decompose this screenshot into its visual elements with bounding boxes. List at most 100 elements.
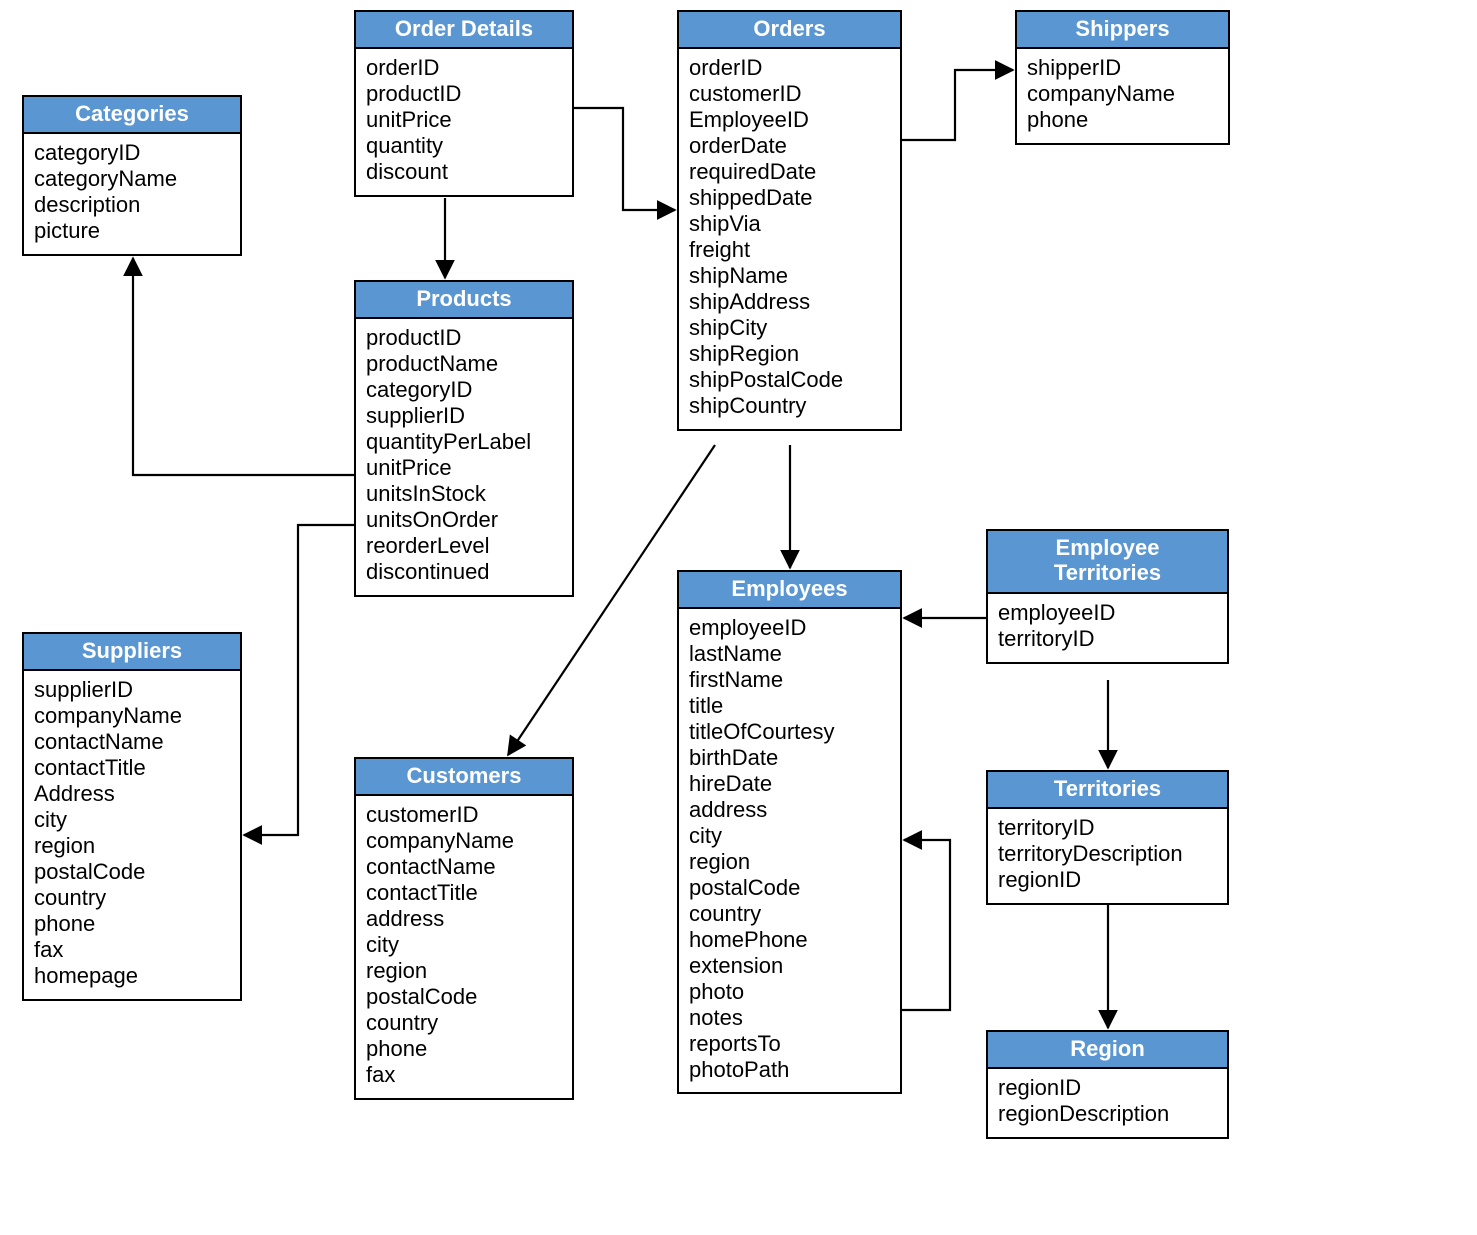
entity-field: lastName [689, 641, 890, 667]
entity-field: contactTitle [34, 755, 230, 781]
entity-employee_territories[interactable]: Employee TerritoriesemployeeIDterritoryI… [986, 529, 1229, 664]
entity-field: title [689, 693, 890, 719]
entity-field: discontinued [366, 559, 562, 585]
entity-field: regionID [998, 867, 1217, 893]
entity-field: quantity [366, 133, 562, 159]
entity-field: categoryName [34, 166, 230, 192]
entity-field: employeeID [998, 600, 1217, 626]
entity-field: region [34, 833, 230, 859]
entity-field: picture [34, 218, 230, 244]
entity-field: phone [1027, 107, 1218, 133]
entity-field: supplierID [366, 403, 562, 429]
er-diagram-canvas: CategoriescategoryIDcategoryNamedescript… [0, 0, 1477, 1235]
entity-header-employees: Employees [679, 572, 900, 609]
entity-header-categories: Categories [24, 97, 240, 134]
entity-body-orders: orderIDcustomerIDEmployeeIDorderDaterequ… [679, 49, 900, 428]
entity-field: unitsOnOrder [366, 507, 562, 533]
entity-header-products: Products [356, 282, 572, 319]
entity-field: shipVia [689, 211, 890, 237]
entity-header-orders: Orders [679, 12, 900, 49]
entity-field: supplierID [34, 677, 230, 703]
entity-field: city [689, 823, 890, 849]
entity-field: contactTitle [366, 880, 562, 906]
entity-field: unitPrice [366, 107, 562, 133]
entity-field: region [366, 958, 562, 984]
entity-body-territories: territoryIDterritoryDescriptionregionID [988, 809, 1227, 903]
entity-field: shipPostalCode [689, 367, 890, 393]
entity-field: photoPath [689, 1057, 890, 1083]
entity-header-employee_territories: Employee Territories [988, 531, 1227, 594]
entity-customers[interactable]: CustomerscustomerIDcompanyNamecontactNam… [354, 757, 574, 1100]
entity-field: extension [689, 953, 890, 979]
entity-field: country [366, 1010, 562, 1036]
entity-field: freight [689, 237, 890, 263]
entity-categories[interactable]: CategoriescategoryIDcategoryNamedescript… [22, 95, 242, 256]
entity-field: productID [366, 81, 562, 107]
entity-field: shipCity [689, 315, 890, 341]
entity-field: discount [366, 159, 562, 185]
entity-field: companyName [34, 703, 230, 729]
entity-field: categoryID [366, 377, 562, 403]
entity-field: postalCode [689, 875, 890, 901]
entity-field: description [34, 192, 230, 218]
entity-order_details[interactable]: Order DetailsorderIDproductIDunitPricequ… [354, 10, 574, 197]
entity-field: Address [34, 781, 230, 807]
entity-field: shippedDate [689, 185, 890, 211]
entity-field: shipAddress [689, 289, 890, 315]
entity-field: customerID [689, 81, 890, 107]
entity-field: companyName [1027, 81, 1218, 107]
entity-field: fax [34, 937, 230, 963]
entity-field: city [34, 807, 230, 833]
entity-field: orderID [689, 55, 890, 81]
entity-header-shippers: Shippers [1017, 12, 1228, 49]
entity-region[interactable]: RegionregionIDregionDescription [986, 1030, 1229, 1139]
entity-field: postalCode [34, 859, 230, 885]
entity-field: shipCountry [689, 393, 890, 419]
rel-products-categories [133, 258, 354, 475]
entity-field: photo [689, 979, 890, 1005]
entity-header-customers: Customers [356, 759, 572, 796]
entity-body-products: productIDproductNamecategoryIDsupplierID… [356, 319, 572, 595]
entity-body-suppliers: supplierIDcompanyNamecontactNamecontactT… [24, 671, 240, 998]
entity-employees[interactable]: EmployeesemployeeIDlastNamefirstNametitl… [677, 570, 902, 1094]
entity-field: reorderLevel [366, 533, 562, 559]
entity-field: contactName [366, 854, 562, 880]
entity-field: region [689, 849, 890, 875]
entity-body-categories: categoryIDcategoryNamedescriptionpicture [24, 134, 240, 254]
entity-field: phone [34, 911, 230, 937]
entity-field: employeeID [689, 615, 890, 641]
rel-orders-shippers [902, 70, 1013, 140]
entity-body-order_details: orderIDproductIDunitPricequantitydiscoun… [356, 49, 572, 195]
entity-body-employee_territories: employeeIDterritoryID [988, 594, 1227, 662]
entity-field: companyName [366, 828, 562, 854]
entity-field: notes [689, 1005, 890, 1031]
entity-body-region: regionIDregionDescription [988, 1069, 1227, 1137]
entity-shippers[interactable]: ShippersshipperIDcompanyNamephone [1015, 10, 1230, 145]
entity-field: homepage [34, 963, 230, 989]
entity-body-customers: customerIDcompanyNamecontactNamecontactT… [356, 796, 572, 1097]
entity-orders[interactable]: OrdersorderIDcustomerIDEmployeeIDorderDa… [677, 10, 902, 431]
entity-suppliers[interactable]: SupplierssupplierIDcompanyNamecontactNam… [22, 632, 242, 1001]
entity-field: shipperID [1027, 55, 1218, 81]
entity-field: country [689, 901, 890, 927]
entity-field: shipRegion [689, 341, 890, 367]
entity-field: hireDate [689, 771, 890, 797]
entity-field: unitsInStock [366, 481, 562, 507]
entity-body-shippers: shipperIDcompanyNamephone [1017, 49, 1228, 143]
entity-territories[interactable]: TerritoriesterritoryIDterritoryDescripti… [986, 770, 1229, 905]
entity-field: territoryID [998, 815, 1217, 841]
entity-field: requiredDate [689, 159, 890, 185]
entity-field: orderDate [689, 133, 890, 159]
entity-field: unitPrice [366, 455, 562, 481]
entity-field: EmployeeID [689, 107, 890, 133]
entity-body-employees: employeeIDlastNamefirstNametitletitleOfC… [679, 609, 900, 1092]
entity-header-region: Region [988, 1032, 1227, 1069]
rel-orderdetails-orders [574, 108, 675, 210]
entity-field: shipName [689, 263, 890, 289]
entity-field: territoryID [998, 626, 1217, 652]
entity-field: fax [366, 1062, 562, 1088]
entity-field: customerID [366, 802, 562, 828]
entity-field: contactName [34, 729, 230, 755]
entity-field: territoryDescription [998, 841, 1217, 867]
entity-products[interactable]: ProductsproductIDproductNamecategoryIDsu… [354, 280, 574, 597]
